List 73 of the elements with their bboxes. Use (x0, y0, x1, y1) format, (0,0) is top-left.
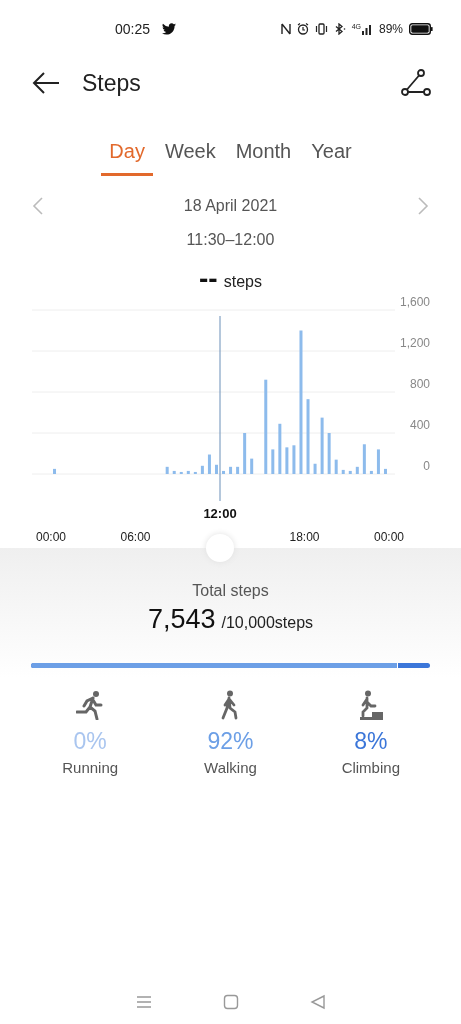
page-title: Steps (82, 69, 141, 97)
chart-bar (341, 469, 345, 474)
chart-bar (53, 468, 56, 474)
chevron-right-icon[interactable] (417, 197, 429, 215)
activity-percentage: 0% (73, 728, 107, 755)
chart-bar (271, 449, 275, 474)
y-axis-label: 1,600 (399, 295, 430, 309)
chart-bar (179, 471, 183, 474)
chart-bar (384, 468, 387, 474)
chart-bar (362, 444, 366, 474)
time-range-label: 11:30–12:00 (185, 231, 276, 249)
bird-icon (162, 23, 177, 35)
x-axis-label: 06:00 (120, 530, 151, 543)
chart-bar (313, 463, 317, 474)
battery-percentage: 89% (378, 22, 403, 36)
chart-bar (207, 454, 211, 474)
y-axis-label: 0 (423, 459, 430, 473)
share-nodes-icon[interactable] (401, 69, 431, 97)
chart-bar (222, 470, 225, 474)
back-arrow-icon[interactable] (32, 71, 60, 95)
chart-bar (327, 433, 331, 474)
chart-bar (215, 464, 218, 474)
back-triangle-icon[interactable] (309, 994, 326, 1010)
y-axis-label: 1,200 (399, 336, 430, 350)
activity-percentage: 92% (207, 728, 254, 755)
chart-bar (243, 433, 247, 474)
chart-bar (278, 423, 282, 474)
y-axis-label: 800 (409, 377, 430, 391)
alarm-icon (296, 23, 309, 35)
period-tab[interactable]: Month (227, 130, 300, 176)
chart-bar (348, 470, 352, 474)
period-tab[interactable]: Week (156, 130, 224, 176)
total-steps-title: Total steps (191, 582, 270, 600)
home-square-icon[interactable] (222, 994, 239, 1010)
chart-bar (334, 459, 338, 474)
chart-bar (369, 470, 373, 474)
date-label: 18 April 2021 (183, 197, 278, 215)
bluetooth-icon (333, 23, 346, 35)
signal-icon (361, 23, 373, 35)
chart-bar (193, 471, 197, 474)
x-axis-label: 00:00 (36, 530, 66, 543)
battery-icon (409, 23, 433, 35)
chevron-left-icon[interactable] (32, 197, 44, 215)
chart-bar (236, 466, 240, 474)
chart-bar (292, 445, 296, 474)
activity-percentage: 8% (354, 728, 388, 755)
nfc-icon (280, 23, 291, 35)
period-tab[interactable]: Year (303, 130, 360, 176)
steps-unit: steps (223, 273, 262, 291)
chart-bar (186, 470, 190, 474)
running-figure-icon (76, 690, 105, 720)
x-axis-label: 00:00 (374, 530, 404, 543)
menu-icon[interactable] (135, 995, 152, 1009)
chart-bar (355, 466, 359, 474)
activity-label: Running (62, 759, 119, 776)
cursor-time-label: 12:00 (203, 506, 237, 521)
total-steps-value: 7,543 (147, 604, 216, 635)
chart-bar (229, 466, 233, 474)
chart-bar (165, 466, 169, 474)
chart-bar (285, 447, 289, 474)
chart-bar (250, 458, 254, 474)
steps-value: -- (199, 267, 218, 291)
activity-label: Walking (204, 759, 257, 776)
chart-bar (172, 470, 176, 474)
chart-bar (200, 465, 204, 474)
x-axis-label: 18:00 (289, 530, 320, 543)
chart-bar (320, 417, 324, 474)
goal-label: /10,000steps (221, 614, 314, 632)
chart-bar (376, 449, 380, 474)
activity-label: Climbing (341, 759, 400, 776)
status-time: 00:25 (115, 21, 151, 37)
vibrate-icon (314, 23, 328, 35)
y-axis-label: 400 (409, 418, 430, 432)
